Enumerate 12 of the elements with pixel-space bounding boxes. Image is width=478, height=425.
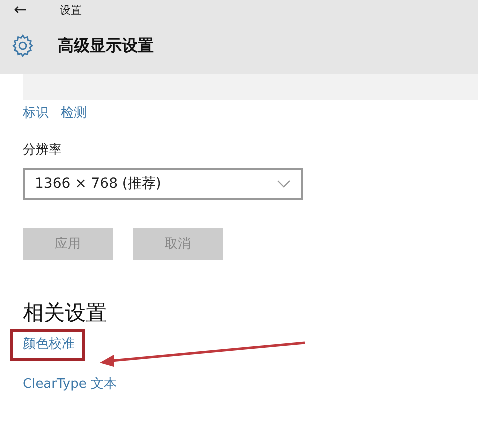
resolution-dropdown[interactable]: 1366 × 768 (推荐) — [23, 168, 303, 200]
display-link[interactable]: 检测 — [61, 105, 87, 123]
resolution-label: 分辨率 — [23, 143, 62, 159]
settings-icon — [10, 33, 36, 59]
related-link[interactable]: ClearType 文本 — [23, 376, 117, 394]
back-button[interactable]: ← — [14, 1, 60, 19]
chevron-down-icon — [277, 180, 291, 188]
section-heading: 相关设置 — [23, 300, 107, 326]
page-title: 高级显示设置 — [58, 36, 154, 56]
related-link[interactable]: 颜色校准 — [23, 336, 75, 354]
app-title: 设置 — [60, 2, 82, 18]
display-link[interactable]: 标识 — [23, 105, 49, 123]
